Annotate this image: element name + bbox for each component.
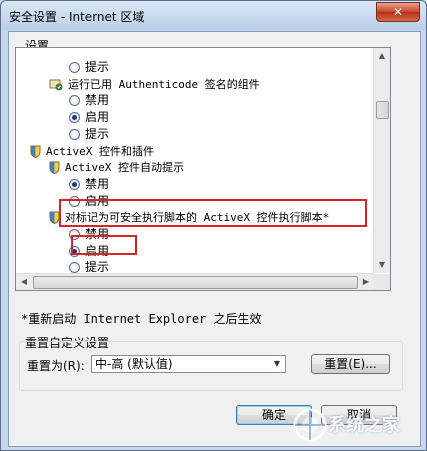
radio-option[interactable]: 禁用 [69,176,109,193]
security-settings-window: 安全设置 - Internet 区域 ✕ 设置 提示 运行已用 Authentic… [0,0,427,451]
radio-option[interactable]: 禁用 [69,92,109,109]
reset-level-dropdown[interactable]: 中-高 (默认值) ▼ [91,355,286,373]
scroll-down-icon[interactable]: ▼ [374,257,390,273]
list-item-label: 启用 [85,110,110,125]
horizontal-scrollbar[interactable]: ◀ ▶ [16,273,374,290]
list-item-label: 禁用 [85,176,110,191]
scroll-right-icon[interactable]: ▶ [358,274,374,290]
title-bar[interactable]: 安全设置 - Internet 区域 ✕ [1,1,426,31]
radio-button[interactable] [69,178,80,190]
radio-option[interactable]: 提示 [69,59,109,76]
horizontal-scroll-thumb[interactable] [33,276,358,289]
list-item-label: 禁用 [85,93,110,108]
reset-level-value: 中-高 (默认值) [95,357,173,371]
list-item-label: 提示 [85,60,110,74]
window-title: 安全设置 - Internet 区域 [9,10,145,24]
watermark-logo: 系统之家 [290,403,420,443]
scroll-up-icon[interactable]: ▲ [374,48,390,64]
chevron-down-icon[interactable]: ▼ [269,356,285,372]
list-item-label: 提示 [85,126,110,141]
vertical-scrollbar[interactable]: ▲ ▼ [373,48,390,273]
highlight-box-enable [71,235,137,255]
scroll-corner [374,274,390,290]
highlight-box-setting [59,199,367,227]
radio-button[interactable] [69,128,80,140]
close-button[interactable]: ✕ [376,2,420,22]
authenticode-icon [49,78,63,91]
radio-button[interactable] [69,62,80,73]
list-item-label: 运行已用 Authenticode 签名的组件 [68,77,260,91]
settings-item[interactable]: 运行已用 Authenticode 签名的组件 [49,76,260,93]
radio-button[interactable] [69,262,80,274]
scroll-left-icon[interactable]: ◀ [16,274,32,290]
radio-option[interactable]: 提示 [69,126,109,143]
radio-option[interactable]: 启用 [69,109,109,126]
reset-button[interactable]: 重置(E)... [311,354,390,374]
shield-icon [49,161,60,175]
shield-icon [30,145,41,158]
vertical-scroll-thumb[interactable] [376,101,389,119]
settings-item[interactable]: ActiveX 控件自动提示 [49,159,184,176]
list-item-label: ActiveX 控件和插件 [46,144,154,158]
list-item-label: ActiveX 控件自动提示 [65,161,184,175]
reset-to-label: 重置为(R): [27,359,85,373]
radio-button[interactable] [69,112,80,124]
restart-note: *重新启动 Internet Explorer 之后生效 [21,312,262,326]
watermark-text: 系统之家 [328,415,400,436]
settings-category[interactable]: ActiveX 控件和插件 [30,143,154,160]
radio-button[interactable] [69,95,80,107]
